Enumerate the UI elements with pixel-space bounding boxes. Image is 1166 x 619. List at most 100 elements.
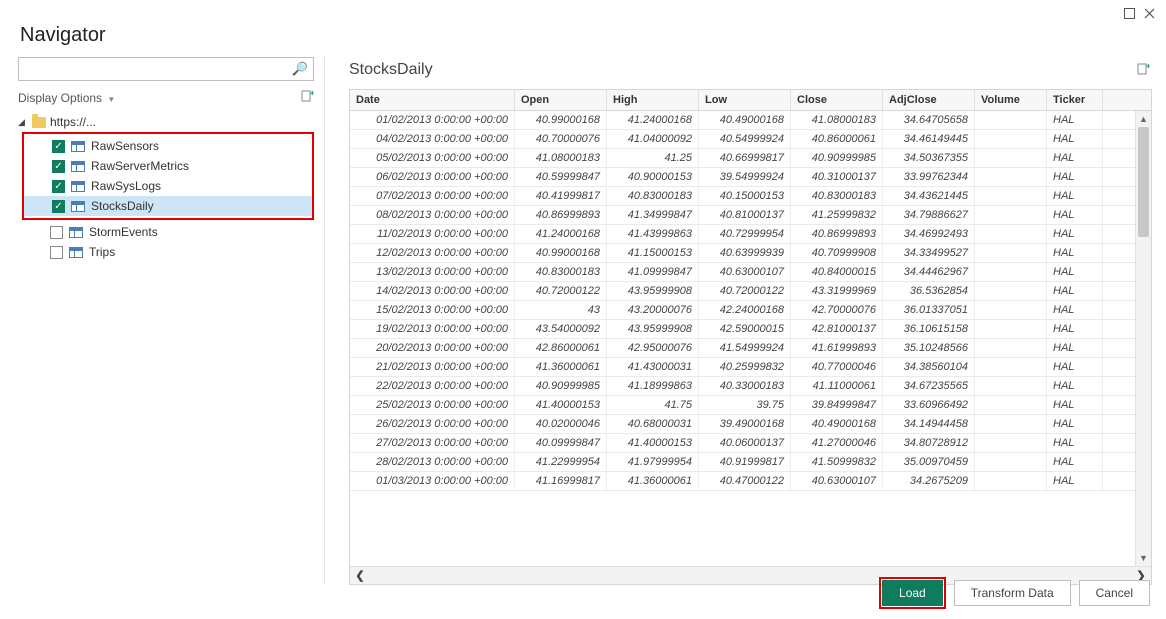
cell-adj: 36.5362854: [883, 282, 975, 300]
cell-vol: [975, 130, 1047, 148]
cell-close: 40.86000061: [791, 130, 883, 148]
cell-high: 40.90000153: [607, 168, 699, 186]
tree-item-rawsyslogs[interactable]: ✓RawSysLogs: [24, 176, 312, 196]
cancel-button[interactable]: Cancel: [1079, 580, 1150, 606]
column-header-low[interactable]: Low: [699, 90, 791, 110]
cell-vol: [975, 377, 1047, 395]
table-row[interactable]: 15/02/2013 0:00:00 +00:004343.2000007642…: [350, 301, 1135, 320]
table-row[interactable]: 12/02/2013 0:00:00 +00:0040.9900016841.1…: [350, 244, 1135, 263]
cell-ticker: HAL: [1047, 339, 1103, 357]
table-row[interactable]: 14/02/2013 0:00:00 +00:0040.7200012243.9…: [350, 282, 1135, 301]
cell-open: 40.02000046: [515, 415, 607, 433]
table-row[interactable]: 07/02/2013 0:00:00 +00:0040.4199981740.8…: [350, 187, 1135, 206]
cell-ticker: HAL: [1047, 358, 1103, 376]
cell-close: 40.70999908: [791, 244, 883, 262]
checkbox[interactable]: ✓: [52, 160, 65, 173]
table-row[interactable]: 26/02/2013 0:00:00 +00:0040.0200004640.6…: [350, 415, 1135, 434]
table-row[interactable]: 05/02/2013 0:00:00 +00:0041.0800018341.2…: [350, 149, 1135, 168]
preview-title: StocksDaily: [349, 61, 433, 79]
tree-item-rawsensors[interactable]: ✓RawSensors: [24, 136, 312, 156]
cell-adj: 34.38560104: [883, 358, 975, 376]
column-header-date[interactable]: Date: [350, 90, 515, 110]
cell-vol: [975, 206, 1047, 224]
checkbox[interactable]: ✓: [52, 200, 65, 213]
tree-item-stocksdaily[interactable]: ✓StocksDaily: [24, 196, 312, 216]
cell-adj: 34.46992493: [883, 225, 975, 243]
table-row[interactable]: 21/02/2013 0:00:00 +00:0041.3600006141.4…: [350, 358, 1135, 377]
table-row[interactable]: 13/02/2013 0:00:00 +00:0040.8300018341.0…: [350, 263, 1135, 282]
tree-item-rawservermetrics[interactable]: ✓RawServerMetrics: [24, 156, 312, 176]
cell-date: 07/02/2013 0:00:00 +00:00: [350, 187, 515, 205]
table-row[interactable]: 20/02/2013 0:00:00 +00:0042.8600006142.9…: [350, 339, 1135, 358]
cell-low: 42.24000168: [699, 301, 791, 319]
table-row[interactable]: 01/02/2013 0:00:00 +00:0040.9900016841.2…: [350, 111, 1135, 130]
tree-item-stormevents[interactable]: StormEvents: [22, 222, 314, 242]
table-row[interactable]: 19/02/2013 0:00:00 +00:0043.5400009243.9…: [350, 320, 1135, 339]
cell-high: 41.40000153: [607, 434, 699, 452]
display-options-label: Display Options: [18, 91, 102, 105]
cell-close: 41.08000183: [791, 111, 883, 129]
cell-low: 40.63000107: [699, 263, 791, 281]
column-header-volume[interactable]: Volume: [975, 90, 1047, 110]
column-header-high[interactable]: High: [607, 90, 699, 110]
cell-low: 39.49000168: [699, 415, 791, 433]
table-row[interactable]: 27/02/2013 0:00:00 +00:0040.0999984741.4…: [350, 434, 1135, 453]
scroll-left-arrow[interactable]: ❮: [350, 567, 370, 584]
transform-data-button[interactable]: Transform Data: [954, 580, 1071, 606]
cell-low: 40.54999924: [699, 130, 791, 148]
table-row[interactable]: 28/02/2013 0:00:00 +00:0041.2299995441.9…: [350, 453, 1135, 472]
cell-close: 40.84000015: [791, 263, 883, 281]
cell-adj: 34.64705658: [883, 111, 975, 129]
cell-close: 41.27000046: [791, 434, 883, 452]
cell-ticker: HAL: [1047, 301, 1103, 319]
cell-vol: [975, 472, 1047, 490]
table-row[interactable]: 11/02/2013 0:00:00 +00:0041.2400016841.4…: [350, 225, 1135, 244]
checkbox[interactable]: ✓: [52, 180, 65, 193]
scroll-down-arrow[interactable]: ▼: [1136, 550, 1151, 566]
tree-item-trips[interactable]: Trips: [22, 242, 314, 262]
table-icon: [69, 247, 83, 258]
checkbox[interactable]: [50, 246, 63, 259]
cell-low: 40.06000137: [699, 434, 791, 452]
search-icon[interactable]: 🔍: [292, 61, 308, 77]
tree-root-label: https://...: [50, 115, 96, 129]
load-button[interactable]: Load: [882, 580, 943, 606]
column-header-open[interactable]: Open: [515, 90, 607, 110]
cell-date: 14/02/2013 0:00:00 +00:00: [350, 282, 515, 300]
scrollbar-thumb[interactable]: [1138, 127, 1149, 237]
table-row[interactable]: 06/02/2013 0:00:00 +00:0040.5999984740.9…: [350, 168, 1135, 187]
cell-date: 28/02/2013 0:00:00 +00:00: [350, 453, 515, 471]
tree-root-node[interactable]: ◢ https://...: [18, 112, 314, 132]
cell-close: 40.31000137: [791, 168, 883, 186]
display-options-dropdown[interactable]: Display Options ▼: [18, 91, 115, 105]
vertical-scrollbar[interactable]: ▲ ▼: [1135, 111, 1151, 566]
preview-panel: StocksDaily DateOpenHighLowCloseAdjClose…: [325, 55, 1166, 585]
column-header-adjclose[interactable]: AdjClose: [883, 90, 975, 110]
close-icon[interactable]: [1142, 6, 1156, 20]
table-row[interactable]: 08/02/2013 0:00:00 +00:0040.8699989341.3…: [350, 206, 1135, 225]
cell-adj: 34.43621445: [883, 187, 975, 205]
scroll-up-arrow[interactable]: ▲: [1136, 111, 1151, 127]
cell-low: 40.25999832: [699, 358, 791, 376]
cell-high: 41.25: [607, 149, 699, 167]
table-row[interactable]: 25/02/2013 0:00:00 +00:0041.4000015341.7…: [350, 396, 1135, 415]
refresh-icon[interactable]: [300, 89, 314, 106]
cell-adj: 34.46149445: [883, 130, 975, 148]
table-row[interactable]: 22/02/2013 0:00:00 +00:0040.9099998541.1…: [350, 377, 1135, 396]
cell-high: 43.20000076: [607, 301, 699, 319]
table-row[interactable]: 01/03/2013 0:00:00 +00:0041.1699981741.3…: [350, 472, 1135, 491]
cell-open: 41.16999817: [515, 472, 607, 490]
table-row[interactable]: 04/02/2013 0:00:00 +00:0040.7000007641.0…: [350, 130, 1135, 149]
cell-ticker: HAL: [1047, 320, 1103, 338]
checkbox[interactable]: [50, 226, 63, 239]
search-input[interactable]: [18, 57, 314, 81]
preview-refresh-icon[interactable]: [1136, 62, 1150, 79]
cell-open: 40.90999985: [515, 377, 607, 395]
cell-ticker: HAL: [1047, 415, 1103, 433]
maximize-icon[interactable]: [1122, 6, 1136, 20]
column-header-ticker[interactable]: Ticker: [1047, 90, 1103, 110]
checkbox[interactable]: ✓: [52, 140, 65, 153]
cell-ticker: HAL: [1047, 111, 1103, 129]
column-header-close[interactable]: Close: [791, 90, 883, 110]
cell-ticker: HAL: [1047, 282, 1103, 300]
